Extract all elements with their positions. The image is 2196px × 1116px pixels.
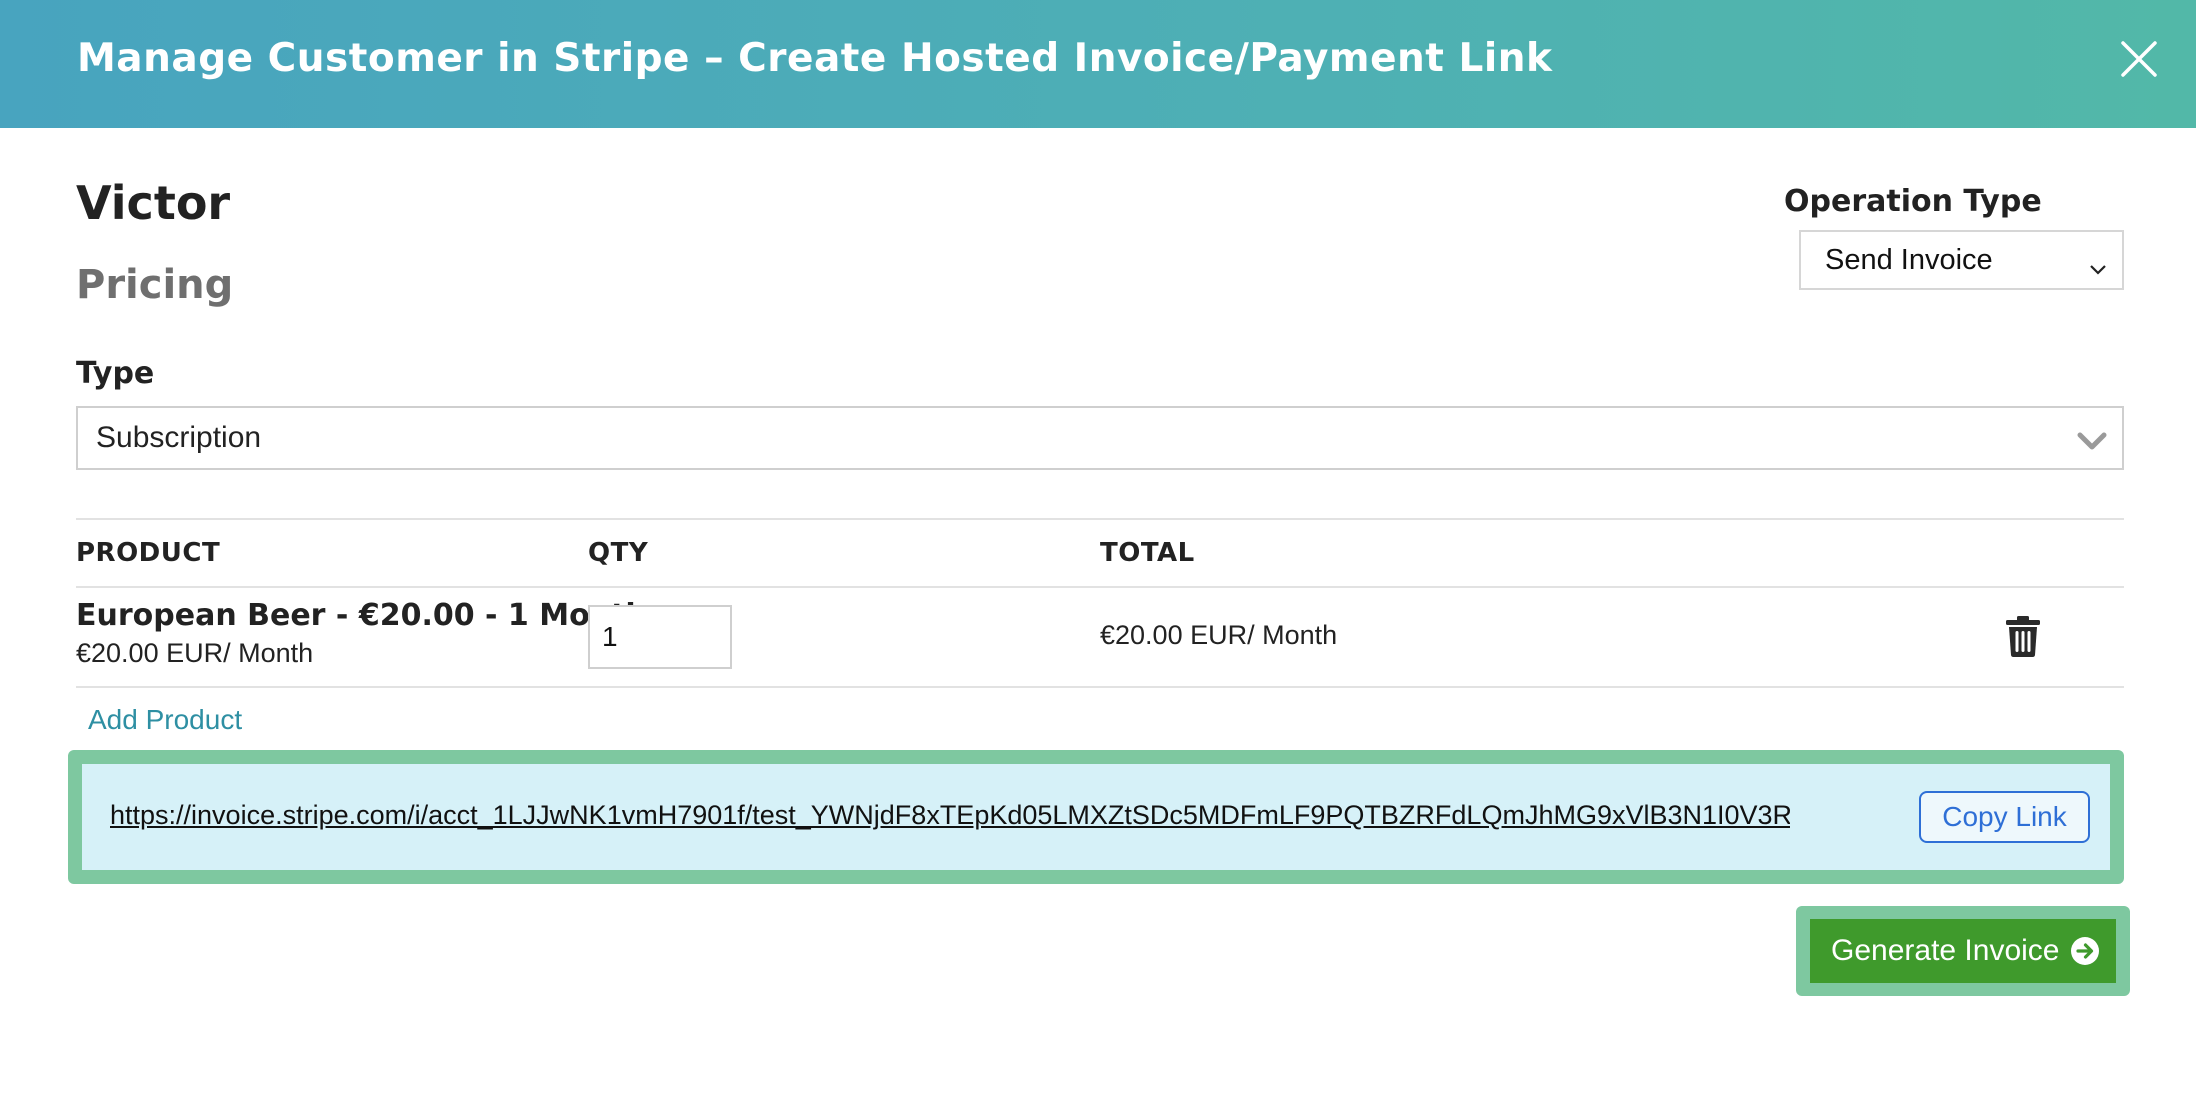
column-header-total: TOTAL: [1100, 538, 1195, 568]
table-bottom-divider: [76, 686, 2124, 688]
column-header-product: PRODUCT: [76, 538, 221, 568]
quantity-input[interactable]: [588, 605, 732, 669]
operation-type-select[interactable]: Send Invoice: [1799, 230, 2124, 290]
operation-type-label: Operation Type: [1784, 184, 2042, 219]
table-top-divider: [76, 518, 2124, 520]
chevron-down-icon: [2076, 427, 2108, 461]
product-name: European Beer - €20.00 - 1 Month: [76, 598, 647, 633]
type-label: Type: [76, 356, 155, 391]
close-icon[interactable]: [2118, 38, 2160, 80]
generate-invoice-label: Generate Invoice: [1831, 934, 2060, 967]
product-price: €20.00 EUR/ Month: [76, 638, 314, 668]
modal-title: Manage Customer in Stripe – Create Hoste…: [77, 36, 1553, 81]
customer-name: Victor: [76, 176, 231, 230]
invoice-link[interactable]: https://invoice.stripe.com/i/acct_1LJJwN…: [110, 800, 1790, 831]
generate-invoice-button[interactable]: Generate Invoice: [1810, 919, 2116, 983]
type-value: Subscription: [96, 421, 262, 454]
trash-icon[interactable]: [2004, 614, 2042, 658]
copy-link-button[interactable]: Copy Link: [1919, 791, 2090, 843]
arrow-right-circle-icon: [2070, 936, 2100, 974]
chevron-down-icon: [2088, 252, 2108, 285]
row-total: €20.00 EUR/ Month: [1100, 620, 1338, 650]
modal-header: Manage Customer in Stripe – Create Hoste…: [0, 0, 2196, 128]
column-header-qty: QTY: [588, 538, 649, 568]
type-select[interactable]: Subscription: [76, 406, 2124, 470]
operation-type-value: Send Invoice: [1825, 243, 1993, 276]
pricing-heading: Pricing: [76, 262, 234, 308]
add-product-link[interactable]: Add Product: [88, 704, 242, 736]
table-header-divider: [76, 586, 2124, 588]
